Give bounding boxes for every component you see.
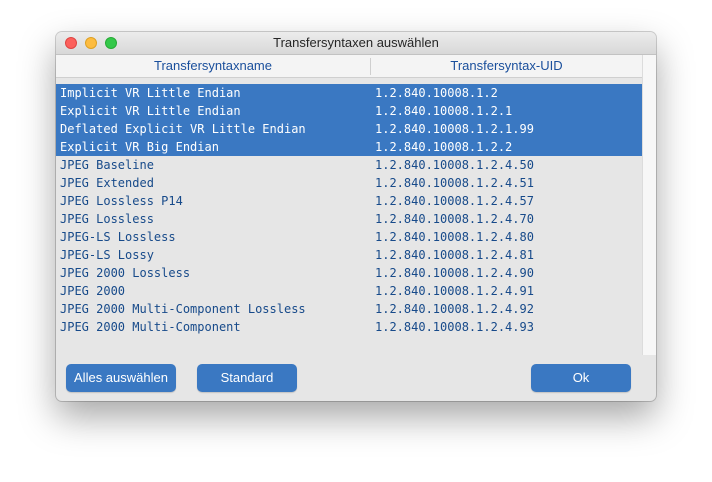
transfer-syntax-uid: 1.2.840.10008.1.2.4.81 [375, 248, 534, 262]
table-header: Transfersyntaxname Transfersyntax-UID [56, 55, 642, 78]
transfer-syntax-uid: 1.2.840.10008.1.2.2 [375, 140, 513, 154]
table-row[interactable]: Explicit VR Big Endian 1.2.840.10008.1.2.… [56, 138, 642, 156]
transfer-syntax-name: JPEG 2000 Multi-Component Lossless [60, 302, 306, 316]
table-row[interactable]: JPEG 2000 Lossless 1.2.840.10008.1.2.4.90 [56, 264, 642, 282]
transfer-syntax-uid: 1.2.840.10008.1.2.1.99 [375, 122, 534, 136]
transfer-syntax-table: Transfersyntaxname Transfersyntax-UID Im… [56, 55, 642, 355]
transfer-syntax-name: Explicit VR Little Endian [60, 104, 241, 118]
transfer-syntax-name: JPEG Lossless [60, 212, 154, 226]
title-bar[interactable]: Transfersyntaxen auswählen [56, 32, 656, 55]
transfer-syntax-uid: 1.2.840.10008.1.2.4.51 [375, 176, 534, 190]
transfer-syntax-uid: 1.2.840.10008.1.2.4.93 [375, 320, 534, 334]
table-row[interactable]: Implicit VR Little Endian 1.2.840.10008.1… [56, 84, 642, 102]
transfer-syntax-name: JPEG 2000 Lossless [60, 266, 191, 280]
table-row[interactable]: JPEG Baseline 1.2.840.10008.1.2.4.50 [56, 156, 642, 174]
table-row[interactable]: Explicit VR Little Endian 1.2.840.10008.1… [56, 102, 642, 120]
table-row[interactable]: JPEG 2000 Multi-Component 1.2.840.10008.1… [56, 318, 642, 336]
transfer-syntax-name: JPEG 2000 [60, 284, 126, 298]
standard-button[interactable]: Standard [197, 364, 297, 392]
transfer-syntax-uid: 1.2.840.10008.1.2.1 [375, 104, 513, 118]
transfer-syntax-name: Deflated Explicit VR Little Endian [60, 122, 306, 136]
table-row[interactable]: Deflated Explicit VR Little Endian 1.2.84… [56, 120, 642, 138]
transfer-syntax-name: JPEG-LS Lossy [60, 248, 154, 262]
transfer-syntax-name: JPEG Extended [60, 176, 154, 190]
table-row[interactable]: JPEG Lossless P14 1.2.840.10008.1.2.4.57 [56, 192, 642, 210]
transfer-syntax-name: Implicit VR Little Endian [60, 86, 241, 100]
window-title: Transfersyntaxen auswählen [273, 35, 439, 50]
ok-button[interactable]: Ok [531, 364, 631, 392]
transfer-syntax-name: Explicit VR Big Endian [60, 140, 219, 154]
transfer-syntax-name: JPEG Baseline [60, 158, 154, 172]
transfer-syntax-name: JPEG-LS Lossless [60, 230, 176, 244]
table-row[interactable]: JPEG 2000 1.2.840.10008.1.2.4.91 [56, 282, 642, 300]
transfer-syntax-uid: 1.2.840.10008.1.2 [375, 86, 498, 100]
column-header-name[interactable]: Transfersyntaxname [56, 55, 370, 77]
select-all-button[interactable]: Alles auswählen [66, 364, 176, 392]
vertical-scrollbar[interactable] [642, 55, 656, 355]
transfer-syntax-uid: 1.2.840.10008.1.2.4.57 [375, 194, 534, 208]
table-row[interactable]: JPEG 2000 Multi-Component Lossless 1.2.84… [56, 300, 642, 318]
table-body: Implicit VR Little Endian 1.2.840.10008.1… [56, 84, 642, 336]
dialog-window: Transfersyntaxen auswählen Transfersynta… [56, 32, 656, 401]
table-row[interactable]: JPEG Lossless 1.2.840.10008.1.2.4.70 [56, 210, 642, 228]
table-row[interactable]: JPEG-LS Lossless 1.2.840.10008.1.2.4.80 [56, 228, 642, 246]
table-row[interactable]: JPEG-LS Lossy 1.2.840.10008.1.2.4.81 [56, 246, 642, 264]
transfer-syntax-uid: 1.2.840.10008.1.2.4.80 [375, 230, 534, 244]
transfer-syntax-uid: 1.2.840.10008.1.2.4.50 [375, 158, 534, 172]
transfer-syntax-uid: 1.2.840.10008.1.2.4.70 [375, 212, 534, 226]
table-row[interactable]: JPEG Extended 1.2.840.10008.1.2.4.51 [56, 174, 642, 192]
transfer-syntax-uid: 1.2.840.10008.1.2.4.90 [375, 266, 534, 280]
column-header-uid[interactable]: Transfersyntax-UID [371, 55, 642, 77]
transfer-syntax-name: JPEG 2000 Multi-Component [60, 320, 241, 334]
transfer-syntax-name: JPEG Lossless P14 [60, 194, 183, 208]
transfer-syntax-uid: 1.2.840.10008.1.2.4.92 [375, 302, 534, 316]
transfer-syntax-uid: 1.2.840.10008.1.2.4.91 [375, 284, 534, 298]
